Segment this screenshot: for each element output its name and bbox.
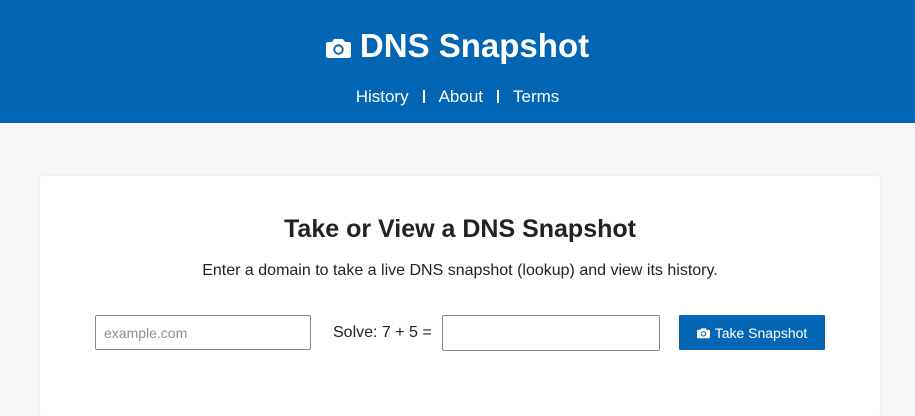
take-snapshot-button[interactable]: Take Snapshot	[679, 315, 825, 350]
camera-icon	[696, 327, 710, 338]
snapshot-card: Take or View a DNS Snapshot Enter a doma…	[40, 176, 880, 416]
site-header: DNS Snapshot History About Terms	[0, 0, 915, 123]
nav-link-about[interactable]: About	[425, 87, 497, 106]
camera-icon	[325, 39, 351, 58]
card-description: Enter a domain to take a live DNS snapsh…	[202, 262, 718, 279]
site-title-text: DNS Snapshot	[359, 27, 590, 64]
nav-link-history[interactable]: History	[342, 87, 423, 106]
snapshot-form: Solve: 7 + 5 = Take Snapshot	[95, 315, 835, 353]
site-title[interactable]: DNS Snapshot	[0, 26, 915, 66]
take-snapshot-label: Take Snapshot	[714, 324, 808, 341]
card-title: Take or View a DNS Snapshot	[284, 215, 636, 243]
main-nav: History About Terms	[0, 86, 915, 108]
nav-link-terms[interactable]: Terms	[499, 87, 573, 106]
captcha-input[interactable]	[442, 315, 660, 351]
domain-input[interactable]	[95, 315, 311, 350]
captcha-label: Solve: 7 + 5 =	[333, 324, 432, 341]
